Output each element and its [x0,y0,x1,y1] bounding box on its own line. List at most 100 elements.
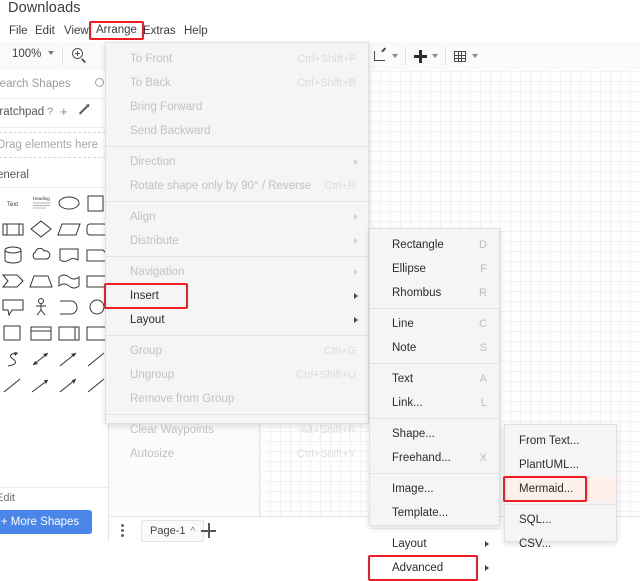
menu-item-direction[interactable]: Direction [106,150,368,174]
shape-line-2[interactable] [0,374,26,396]
toolbar-separator [405,47,406,65]
menu-item-image[interactable]: Image... [370,477,499,501]
menubar-item-edit[interactable]: Edit [31,23,59,40]
zoom-dropdown-caret-icon[interactable] [48,51,54,55]
shape-parallelogram[interactable] [56,218,82,240]
shape-text[interactable]: Text [0,192,26,214]
menu-item-remove-from-group[interactable]: Remove from Group [106,387,368,411]
grid-dropdown-caret-icon[interactable] [472,54,478,58]
menu-item-bring-forward[interactable]: Bring Forward [106,95,368,119]
menu-item-label: Rhombus [392,281,441,305]
shape-wave[interactable] [56,270,82,292]
waypoint-dropdown-caret-icon[interactable] [392,54,398,58]
menu-item-shape[interactable]: Shape... [370,422,499,446]
menu-separator [106,146,368,147]
shape-section-label: General [0,169,29,181]
menu-item-advanced[interactable]: Advanced [370,556,499,580]
menubar-item-file[interactable]: File [5,23,32,40]
menu-item-insert-layout[interactable]: Layout [370,532,499,556]
menu-item-shortcut: Ctrl+Shift+B [297,71,356,95]
shape-ellipse[interactable] [56,192,82,214]
menu-item-from-text[interactable]: From Text... [505,429,616,453]
edit-pencil-icon[interactable] [79,105,88,114]
menu-item-mermaid[interactable]: Mermaid... [505,477,616,501]
shape-rhombus[interactable] [28,218,54,240]
menu-item-label: Freehand... [392,446,451,470]
shape-process[interactable] [0,218,26,240]
menubar-item-view[interactable]: View [60,23,93,40]
shape-curve-arrow[interactable] [0,348,26,370]
insert-submenu: Rectangle D Ellipse F Rhombus R Line C N… [369,228,500,526]
menu-item-layout[interactable]: Layout [106,308,368,332]
menu-item-note[interactable]: Note S [370,336,499,360]
menu-item-ellipse[interactable]: Ellipse F [370,257,499,281]
page-menu-icon[interactable] [121,524,124,537]
waypoint-icon[interactable] [370,46,390,66]
shape-table[interactable] [28,322,54,344]
menu-item-line[interactable]: Line C [370,312,499,336]
shape-arrow-4[interactable] [56,374,82,396]
shape-double-arrow[interactable] [28,348,54,370]
menu-item-label: SQL... [519,508,552,532]
menu-item-csv[interactable]: CSV... [505,532,616,556]
menu-item-label: Link... [392,391,423,415]
shape-cylinder[interactable] [0,244,26,266]
menu-item-shortcut: Ctrl+Shift+F [297,47,356,71]
menu-item-group[interactable]: Group Ctrl+G [106,339,368,363]
menu-item-rhombus[interactable]: Rhombus R [370,281,499,305]
shape-textbox[interactable]: Heading [28,192,54,214]
edit-label[interactable]: Edit [0,492,15,504]
insert-dropdown-caret-icon[interactable] [432,54,438,58]
shape-cloud[interactable] [28,244,54,266]
shape-arrow-3[interactable] [28,374,54,396]
search-shapes-field[interactable]: Search Shapes [0,70,108,99]
shape-chevron[interactable] [0,270,26,292]
scratchpad-add-icon[interactable]: + [60,104,68,119]
shape-arrow-1[interactable] [56,348,82,370]
menu-item-shortcut: Alt+Shift+R [300,418,356,442]
shape-trapezoid[interactable] [28,270,54,292]
menu-item-template[interactable]: Template... [370,501,499,525]
menubar-item-extras[interactable]: Extras [139,23,180,40]
scratchpad-help-icon[interactable]: ? [47,106,53,118]
menubar-item-arrange[interactable]: Arrange [89,21,144,40]
menubar-item-help[interactable]: Help [180,23,212,40]
menu-item-align[interactable]: Align [106,205,368,229]
menu-item-shortcut: C [479,312,487,336]
shape-row [0,296,109,322]
shape-square-2[interactable] [0,322,26,344]
page-tab-page-1[interactable]: Page-1^ [141,520,204,542]
plus-icon[interactable] [410,46,430,66]
add-page-button[interactable] [201,523,216,538]
zoom-in-icon[interactable] [70,46,90,66]
menu-item-send-backward[interactable]: Send Backward [106,119,368,143]
menu-item-shortcut: L [481,391,487,415]
chevron-up-icon[interactable]: ^ [190,522,195,542]
menu-item-to-front[interactable]: To Front Ctrl+Shift+F [106,47,368,71]
menu-item-rotate-shape[interactable]: Rotate shape only by 90° / Reverse Ctrl+… [106,174,368,198]
grid-icon[interactable] [450,46,470,66]
more-shapes-button[interactable]: + More Shapes [0,510,92,534]
scratchpad-drop-zone[interactable]: Drag elements here [0,132,106,158]
shape-section-general[interactable]: General [0,165,108,188]
menu-item-to-back[interactable]: To Back Ctrl+Shift+B [106,71,368,95]
menu-item-autosize[interactable]: Autosize Ctrl+Shift+Y [106,442,368,466]
menu-item-freehand[interactable]: Freehand... X [370,446,499,470]
menu-item-rectangle[interactable]: Rectangle D [370,233,499,257]
menu-item-link[interactable]: Link... L [370,391,499,415]
shape-delay[interactable] [56,296,82,318]
menu-item-text[interactable]: Text A [370,367,499,391]
menu-item-distribute[interactable]: Distribute [106,229,368,253]
zoom-level-label[interactable]: 100% [12,48,41,60]
menu-item-ungroup[interactable]: Ungroup Ctrl+Shift+U [106,363,368,387]
menu-item-plantuml[interactable]: PlantUML... [505,453,616,477]
menu-item-sql[interactable]: SQL... [505,508,616,532]
shape-list[interactable] [56,322,82,344]
shape-document[interactable] [56,244,82,266]
menu-item-navigation[interactable]: Navigation [106,260,368,284]
submenu-arrow-icon [354,238,358,244]
menu-item-clear-waypoints[interactable]: Clear Waypoints Alt+Shift+R [106,418,368,442]
shape-actor[interactable] [28,296,54,318]
menu-item-insert[interactable]: Insert [106,284,368,308]
shape-callout[interactable] [0,296,26,318]
